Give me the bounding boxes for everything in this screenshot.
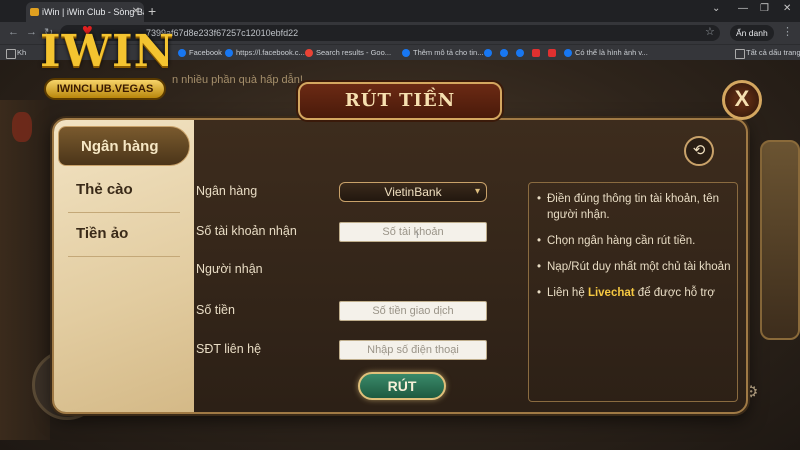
forward-icon[interactable]: → [26, 26, 37, 38]
withdraw-title-plaque: RÚT TIỀN [298, 82, 502, 120]
bookmark-item[interactable]: https://l.facebook.c... [225, 46, 305, 60]
bookmark-star-icon[interactable]: ☆ [705, 25, 715, 38]
close-window-button[interactable]: ✕ [783, 3, 791, 14]
tab-bank[interactable]: Ngân hàng [58, 126, 190, 166]
bank-select[interactable]: VietinBank ▾ [339, 182, 487, 202]
logo-word: IWIN [40, 26, 175, 77]
info-text: để được hỗ trợ [634, 287, 715, 299]
logo: ♥ IWIN IWINCLUB.VEGAS [40, 20, 175, 104]
back-icon[interactable]: ← [8, 26, 19, 38]
logo-domain-badge: IWINCLUB.VEGAS [44, 78, 166, 100]
withdraw-submit-button[interactable]: RÚT [358, 372, 446, 400]
all-bookmarks[interactable]: Tất cả dấu trang [735, 46, 800, 60]
account-label: Số tài khoản nhận [196, 224, 297, 238]
info-item: Điền đúng thông tin tài khoản, tên người… [535, 191, 731, 223]
tab-card[interactable]: Thẻ cào [54, 170, 194, 210]
bookmark-item[interactable]: Kh [6, 46, 26, 60]
bookmark-item[interactable]: Facebook [178, 46, 222, 60]
amount-label: Số tiền [196, 303, 235, 317]
side-divider [68, 256, 180, 257]
method-sidebar: Ngân hàng Thẻ cào Tiền ảo [54, 120, 194, 412]
text-cursor-icon: I [416, 230, 419, 240]
minimize-button[interactable]: — [738, 3, 748, 14]
phone-label: SĐT liên hệ [196, 342, 262, 356]
phone-input[interactable]: Nhập số điện thoại [339, 340, 487, 360]
withdraw-dialog: Ngân hàng Thẻ cào Tiền ảo ⟲ Ngân hàng Vi… [52, 118, 748, 414]
tab-close-icon[interactable]: ✕ [132, 2, 140, 22]
info-text: Liên hệ [547, 287, 588, 299]
amount-input[interactable]: Số tiền giao dịch [339, 301, 487, 321]
site-favicon-icon [30, 8, 39, 16]
browser-tab-strip: iWin | iWin Club - Sòng Bài ✕ + ⌄ — ❐ ✕ [0, 0, 800, 22]
incognito-badge[interactable]: Ẩn danh [730, 25, 774, 41]
browser-tab[interactable]: iWin | iWin Club - Sòng Bài ✕ [26, 2, 144, 22]
bank-label: Ngân hàng [196, 184, 258, 198]
account-number-input[interactable]: Số tài khoản [339, 222, 487, 242]
menu-dots-icon[interactable]: ⋮ [782, 25, 793, 38]
chevron-down-icon: ▾ [474, 186, 480, 197]
tab-title: iWin | iWin Club - Sòng Bài [42, 7, 144, 17]
bookmark-item[interactable]: Search results - Goo... [305, 46, 391, 60]
livechat-link[interactable]: Livechat [588, 287, 635, 299]
new-tab-button[interactable]: + [148, 2, 156, 20]
history-icon[interactable]: ⟲ [684, 136, 714, 166]
info-item: Nạp/Rút duy nhất một chủ tài khoản [535, 259, 731, 275]
tab-crypto[interactable]: Tiền ảo [54, 214, 194, 254]
info-item: Chọn ngân hàng cần rút tiền. [535, 233, 731, 249]
info-item: Liên hệ Livechat để được hỗ trợ [535, 285, 731, 301]
right-game-card[interactable] [760, 140, 800, 340]
bookmark-item[interactable]: Thêm mô tả cho tin... [402, 46, 483, 60]
maximize-button[interactable]: ❐ [760, 3, 769, 14]
bookmark-item[interactable]: Có thể là hình ảnh v... [564, 46, 648, 60]
side-divider [68, 212, 180, 213]
bank-select-value: VietinBank [384, 185, 442, 199]
info-panel: Điền đúng thông tin tài khoản, tên người… [528, 182, 738, 402]
tab-search-icon[interactable]: ⌄ [712, 3, 720, 14]
lantern-decoration [12, 112, 32, 142]
receiver-label: Người nhận [196, 262, 263, 276]
marquee-text: n nhiều phần quà hấp dẫn! [172, 74, 303, 86]
dialog-close-button[interactable]: X [722, 80, 762, 120]
